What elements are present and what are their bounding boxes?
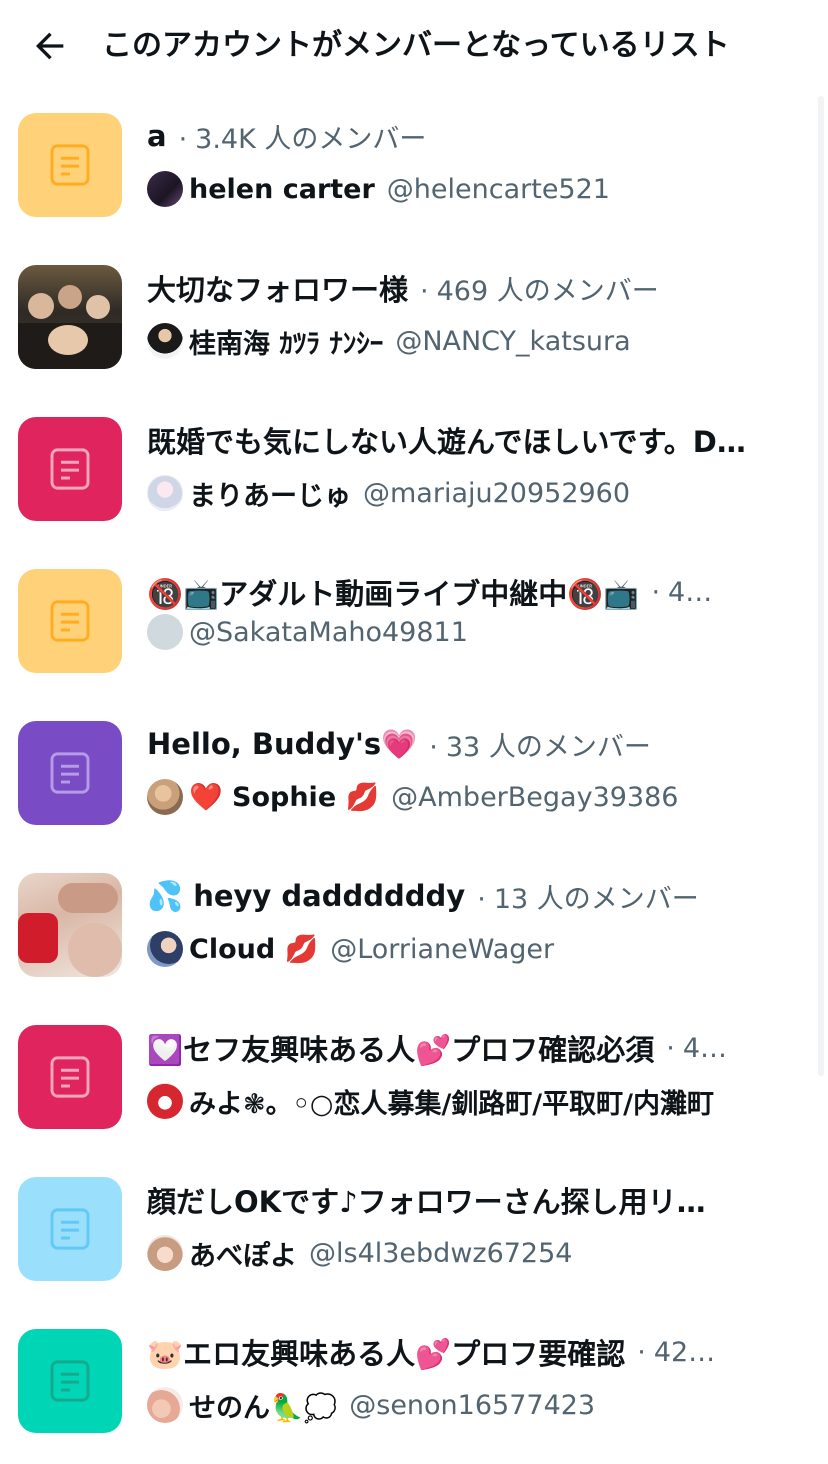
avatar <box>147 1235 183 1271</box>
owner-name: まりあーじゅ <box>189 480 351 512</box>
member-count: · 33 人のメンバー <box>429 731 651 763</box>
owner-handle: @LorrianeWager <box>330 933 555 965</box>
avatar <box>147 931 183 967</box>
owner-handle: @AmberBegay39386 <box>391 781 679 813</box>
avatar <box>147 323 183 359</box>
list-name: 🐷エロ友興味ある人💕プロフ要確認 <box>147 1337 626 1371</box>
list-item[interactable]: 🐷エロ友興味ある人💕プロフ要確認 · 42… せのん🦜💭 @senon165774… <box>0 1312 828 1464</box>
owner-handle: @senon16577423 <box>349 1389 596 1421</box>
list-icon <box>50 144 90 186</box>
member-count: · 42… <box>637 1336 716 1368</box>
list-thumbnail <box>18 417 122 521</box>
list-name: 💦 heyy daddddddy <box>147 878 466 913</box>
list-item[interactable]: 💟セフ友興味ある人💕プロフ確認必須 · 4… みよ❃。◦○恋人募集/釧路町/平取町… <box>0 1008 828 1160</box>
page-title: このアカウントがメンバーとなっているリスト <box>102 28 730 63</box>
list-thumbnail <box>18 1177 122 1281</box>
list-item[interactable]: 大切なフォロワー様 · 469 人のメンバー 桂南海 ｶﾂﾗ ﾅﾝｼｰ @NANC… <box>0 248 828 400</box>
avatar <box>147 614 183 650</box>
list-name: Hello, Buddy's💗 <box>147 726 418 761</box>
avatar <box>147 171 183 207</box>
list-thumbnail <box>18 569 122 673</box>
member-count: · 13 人のメンバー <box>477 883 699 915</box>
avatar <box>147 779 183 815</box>
list-name: 既婚でも気にしない人遊んでほしいです。D… <box>147 425 746 459</box>
owner-name: あべぽよ <box>189 1240 297 1272</box>
owner-name: みよ❃。◦○恋人募集/釧路町/平取町/内灘町 <box>189 1088 715 1120</box>
avatar <box>147 475 183 511</box>
list-item[interactable]: 🔞📺アダルト動画ライブ中継中🔞📺 · 4… @SakataMaho49811 <box>0 552 828 704</box>
owner-handle: @helencarte521 <box>386 173 610 205</box>
avatar <box>147 1387 183 1423</box>
list-photo <box>18 265 122 369</box>
owner-handle: @ls4l3ebdwz67254 <box>309 1237 573 1269</box>
list-thumbnail <box>18 721 122 825</box>
list-item[interactable]: 顔だしOKです♪フォロワーさん探し用リ… あべぽよ @ls4l3ebdwz672… <box>0 1160 828 1312</box>
list-item[interactable]: Hello, Buddy's💗 · 33 人のメンバー ❤️ Sophie 💋 @… <box>0 704 828 856</box>
owner-name: helen carter <box>189 173 375 205</box>
list-name: 顔だしOKです♪フォロワーさん探し用リ… <box>147 1185 706 1219</box>
list-thumbnail <box>18 113 122 217</box>
member-count: · 3.4K 人のメンバー <box>178 123 427 155</box>
list-photo <box>18 873 122 977</box>
owner-name: 桂南海 ｶﾂﾗ ﾅﾝｼｰ <box>189 328 384 360</box>
list-item[interactable]: 💦 heyy daddddddy · 13 人のメンバー Cloud 💋 @Lor… <box>0 856 828 1008</box>
list-icon <box>50 1360 90 1402</box>
owner-handle: @SakataMaho49811 <box>189 616 468 648</box>
avatar <box>147 1083 183 1119</box>
list-name: a <box>147 119 167 153</box>
list-name: 💟セフ友興味ある人💕プロフ確認必須 <box>147 1033 655 1067</box>
lists-container: a · 3.4K 人のメンバー helen carter @helencarte5… <box>0 96 828 1464</box>
list-icon <box>50 1056 90 1098</box>
list-name: 大切なフォロワー様 <box>147 273 409 307</box>
owner-name: Cloud 💋 <box>189 934 319 965</box>
list-icon <box>50 600 90 642</box>
list-thumbnail <box>18 1329 122 1433</box>
member-count: · 469 人のメンバー <box>420 275 659 307</box>
member-count: · 4… <box>666 1032 727 1064</box>
owner-name: ❤️ Sophie 💋 <box>189 782 380 813</box>
owner-name: せのん🦜💭 <box>189 1392 338 1424</box>
list-item[interactable]: a · 3.4K 人のメンバー helen carter @helencarte5… <box>0 96 828 248</box>
owner-handle: @NANCY_katsura <box>395 325 631 357</box>
list-icon <box>50 1208 90 1250</box>
member-count: · 4… <box>651 576 713 608</box>
list-icon <box>50 448 90 490</box>
back-arrow-icon[interactable] <box>28 24 72 68</box>
list-icon <box>50 752 90 794</box>
list-name: 🔞📺アダルト動画ライブ中継中🔞📺 <box>147 577 640 611</box>
owner-handle: @mariaju20952960 <box>363 477 631 509</box>
list-thumbnail <box>18 1025 122 1129</box>
top-bar: このアカウントがメンバーとなっているリスト <box>0 0 828 90</box>
list-item[interactable]: 既婚でも気にしない人遊んでほしいです。D… まりあーじゅ @mariaju209… <box>0 400 828 552</box>
